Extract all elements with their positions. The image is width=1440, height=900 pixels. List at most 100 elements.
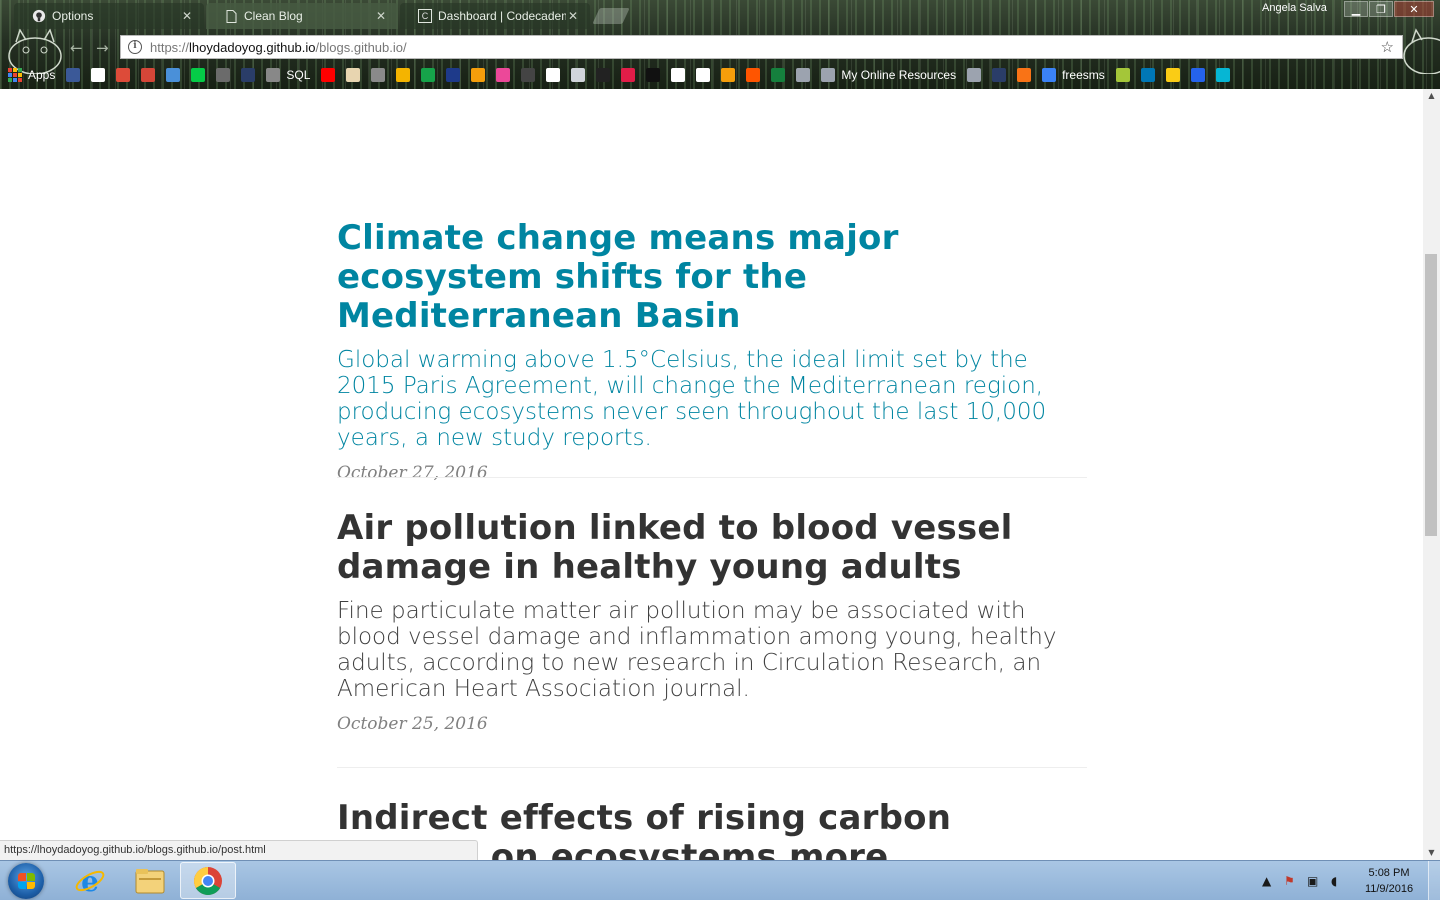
- minimize-button[interactable]: ▁: [1344, 1, 1368, 17]
- bookmark-item[interactable]: [321, 68, 336, 82]
- bookmark-item[interactable]: [241, 68, 256, 82]
- bookmark-item[interactable]: [721, 68, 736, 82]
- show-hidden-icons-icon[interactable]: ▲: [1262, 874, 1271, 888]
- bookmark-item[interactable]: [1215, 68, 1230, 82]
- chrome-icon: [194, 866, 222, 895]
- start-button[interactable]: [8, 863, 44, 899]
- bookmark-item[interactable]: [371, 68, 386, 82]
- deviantart-icon: [191, 68, 206, 82]
- bookmark-item[interactable]: [396, 68, 411, 82]
- bookmark-item[interactable]: [771, 68, 786, 82]
- taskbar-file-explorer[interactable]: [122, 862, 178, 899]
- bookmark-item[interactable]: [646, 68, 661, 82]
- info-icon[interactable]: i: [128, 40, 142, 54]
- bookmark-item[interactable]: [696, 68, 711, 82]
- bookmark-item[interactable]: [91, 68, 106, 82]
- sql-icon: [266, 68, 281, 82]
- bookmark-item[interactable]: [571, 68, 586, 82]
- volume-icon[interactable]: ◖: [1331, 874, 1337, 888]
- divider: [337, 477, 1087, 478]
- reddit-icon: [546, 68, 561, 82]
- bookmark-item[interactable]: Apps: [8, 68, 55, 82]
- bookmark-item[interactable]: [141, 68, 156, 82]
- taskbar-internet-explorer[interactable]: e: [62, 862, 118, 899]
- show-desktop-button[interactable]: [1428, 861, 1440, 900]
- bookmark-item[interactable]: [1165, 68, 1180, 82]
- taskbar-chrome[interactable]: [180, 862, 236, 899]
- bookmark-label: Apps: [28, 68, 56, 82]
- close-icon[interactable]: ✕: [180, 9, 194, 23]
- bookmark-item[interactable]: [596, 68, 611, 82]
- system-clock[interactable]: 5:08 PM 11/9/2016: [1354, 865, 1424, 897]
- bookmark-item[interactable]: [621, 68, 636, 82]
- scroll-up-arrow-icon[interactable]: ▲: [1423, 89, 1440, 103]
- action-center-flag-icon[interactable]: ⚑: [1284, 874, 1295, 888]
- bookmark-item[interactable]: [671, 68, 686, 82]
- window-close-button[interactable]: ✕: [1394, 1, 1434, 17]
- bookmark-item[interactable]: [346, 68, 361, 82]
- bookmark-item[interactable]: [216, 68, 231, 82]
- owl-icon: [346, 68, 361, 82]
- bookmark-item[interactable]: [546, 68, 561, 82]
- post-title[interactable]: Climate change means major ecosystem shi…: [337, 219, 1087, 336]
- target-icon: [1190, 68, 1205, 82]
- scrollbar-thumb[interactable]: [1425, 254, 1437, 536]
- status-bubble: https://lhoydadoyog.github.io/blogs.gith…: [0, 840, 478, 860]
- bookmark-item[interactable]: freesms: [1042, 68, 1105, 82]
- bookmark-item[interactable]: [421, 68, 436, 82]
- orange-box-icon: [1017, 68, 1032, 82]
- back-button[interactable]: ←: [70, 39, 83, 57]
- post-subtitle[interactable]: Global warming above 1.5°Celsius, the id…: [337, 347, 1087, 451]
- u-icon: [1215, 68, 1230, 82]
- bookmark-item[interactable]: [166, 68, 181, 82]
- post-subtitle[interactable]: Fine particulate matter air pollution ma…: [337, 598, 1087, 702]
- tab-codecademy[interactable]: C Dashboard | Codecadem ✕: [400, 3, 590, 29]
- scroll-down-arrow-icon[interactable]: ▼: [1423, 846, 1440, 860]
- post-preview[interactable]: Air pollution linked to blood vessel dam…: [337, 509, 1087, 735]
- tab-clean-blog[interactable]: Clean Blog ✕: [206, 3, 398, 29]
- bookmark-item[interactable]: [1190, 68, 1205, 82]
- tab-label: Clean Blog: [244, 9, 303, 23]
- bookmark-item[interactable]: [1115, 68, 1130, 82]
- bookmark-item[interactable]: [796, 68, 811, 82]
- bookmark-label: freesms: [1062, 68, 1105, 82]
- profile-name[interactable]: Angela Salva: [1262, 2, 1327, 14]
- bookmark-item[interactable]: [521, 68, 536, 82]
- close-icon[interactable]: ✕: [566, 9, 580, 23]
- bookmark-item[interactable]: [1017, 68, 1032, 82]
- post-preview[interactable]: Climate change means major ecosystem shi…: [337, 219, 1087, 484]
- phone-icon: [1042, 68, 1057, 82]
- file-explorer-icon: [135, 868, 165, 893]
- bookmark-icon: [992, 68, 1007, 82]
- bookmark-star-icon[interactable]: ☆: [1381, 38, 1394, 56]
- tab-label: Options: [52, 9, 94, 23]
- bookmark-item[interactable]: [1140, 68, 1155, 82]
- bookmark-item[interactable]: [967, 68, 982, 82]
- close-icon[interactable]: ✕: [374, 9, 388, 23]
- m-icon: [621, 68, 636, 82]
- bookmark-item[interactable]: [446, 68, 461, 82]
- post-title[interactable]: Air pollution linked to blood vessel dam…: [337, 509, 1087, 587]
- bookmark-item[interactable]: [992, 68, 1007, 82]
- alien-icon: [596, 68, 611, 82]
- bookmark-item[interactable]: SQL: [266, 68, 310, 82]
- tab-options[interactable]: Options ✕: [14, 3, 204, 29]
- linkedin-icon: [1140, 68, 1155, 82]
- question-box-icon: [1165, 68, 1180, 82]
- bookmark-item[interactable]: [746, 68, 761, 82]
- vertical-scrollbar[interactable]: ▲ ▼: [1423, 89, 1440, 860]
- url-host: lhoydadoyog.github.io: [189, 39, 316, 55]
- bookmark-item[interactable]: [471, 68, 486, 82]
- cube-icon: [521, 68, 536, 82]
- bookmark-item[interactable]: My Online Resources: [821, 68, 956, 82]
- spiral-icon: [696, 68, 711, 82]
- bookmark-item[interactable]: [116, 68, 131, 82]
- restore-button[interactable]: ❐: [1369, 1, 1393, 17]
- bookmark-item[interactable]: [191, 68, 206, 82]
- forward-button[interactable]: →: [96, 39, 109, 57]
- network-icon[interactable]: ▣: [1307, 874, 1318, 888]
- tab-label: Dashboard | Codecadem: [438, 9, 566, 23]
- bookmark-item[interactable]: [66, 68, 81, 82]
- bookmark-item[interactable]: [496, 68, 511, 82]
- address-bar[interactable]: i https://lhoydadoyog.github.io/blogs.gi…: [120, 35, 1403, 59]
